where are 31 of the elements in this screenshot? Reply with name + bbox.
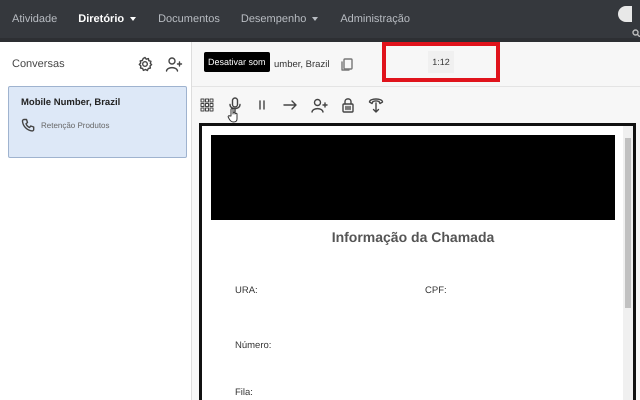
caller-name: umber, Brazil — [274, 58, 330, 70]
form-title: Informação da Chamada — [330, 229, 496, 245]
microphone-icon[interactable] — [228, 97, 242, 113]
padlock-icon[interactable] — [341, 97, 355, 113]
nav-tab[interactable]: Administração — [340, 13, 410, 25]
add-person-icon[interactable] — [311, 98, 328, 112]
search-icon[interactable] — [632, 29, 640, 37]
field-label: Fila: — [235, 387, 254, 398]
queue-name: Retenção Produtos — [41, 120, 110, 130]
conversation-card[interactable]: Mobile Number, Brazil Retenção Produtos — [8, 86, 187, 158]
nav-tab[interactable]: Desempenho — [240, 13, 320, 25]
call-timer: 1:12 — [428, 51, 454, 73]
sidebar-title: Conversas — [12, 58, 65, 70]
nav-tab[interactable]: Atividade — [12, 13, 58, 25]
copy-icon[interactable] — [341, 58, 354, 70]
phone-icon — [21, 118, 35, 132]
arrow-right-icon[interactable] — [282, 98, 298, 112]
add-person-icon[interactable] — [165, 56, 183, 72]
scrollbar[interactable] — [623, 126, 633, 400]
nav-tab[interactable]: Diretório — [78, 13, 138, 25]
conversation-name: Mobile Number, Brazil — [21, 97, 122, 108]
phone-transfer-icon[interactable] — [368, 97, 384, 113]
dialpad-icon[interactable] — [200, 98, 215, 112]
settings-icon[interactable] — [137, 56, 153, 72]
field-label: Número: — [235, 340, 272, 351]
tooltip: Desativar som — [204, 52, 270, 72]
field-label: CPF: — [425, 285, 448, 296]
field-label: URA: — [235, 285, 259, 296]
avatar[interactable] — [618, 6, 632, 22]
scrollbar-thumb[interactable] — [625, 138, 631, 308]
nav-tab[interactable]: Documentos — [158, 13, 220, 25]
